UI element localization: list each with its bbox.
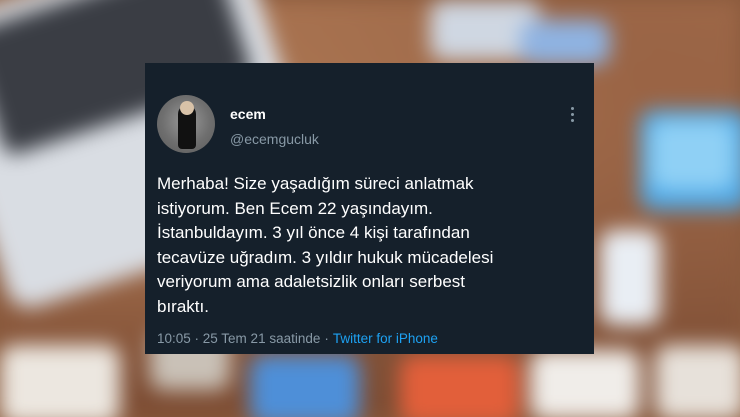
blurred-app-icon (650, 120, 735, 190)
tweet-meta: 10:05 · 25 Tem 21 saatinde · Twitter for i… (157, 331, 438, 346)
blurred-app-icon (0, 345, 120, 417)
blurred-app-icon (520, 20, 610, 65)
meta-separator: · (324, 331, 329, 346)
tweet-timestamp[interactable]: 10:05 · 25 Tem 21 saatinde (157, 331, 320, 346)
tweet-text: Merhaba! Size yaşadığım süreci anlatmak … (157, 174, 494, 316)
screenshot-stage: ecem @ecemgucluk Merhaba! Size yaşadığım… (0, 0, 740, 417)
tweet-card: ecem @ecemgucluk Merhaba! Size yaşadığım… (145, 63, 594, 354)
avatar-person-head (180, 101, 194, 115)
blurred-app-icon (600, 230, 660, 325)
user-handle[interactable]: @ecemgucluk (230, 131, 319, 147)
more-vertical-icon[interactable] (569, 107, 575, 125)
blurred-app-icon (655, 345, 740, 417)
blurred-app-icon (250, 355, 360, 417)
display-name[interactable]: ecem (230, 106, 266, 122)
blurred-app-icon (400, 355, 520, 417)
blurred-app-icon (530, 350, 640, 417)
avatar[interactable] (157, 95, 215, 153)
tweet-source-link[interactable]: Twitter for iPhone (333, 331, 438, 346)
